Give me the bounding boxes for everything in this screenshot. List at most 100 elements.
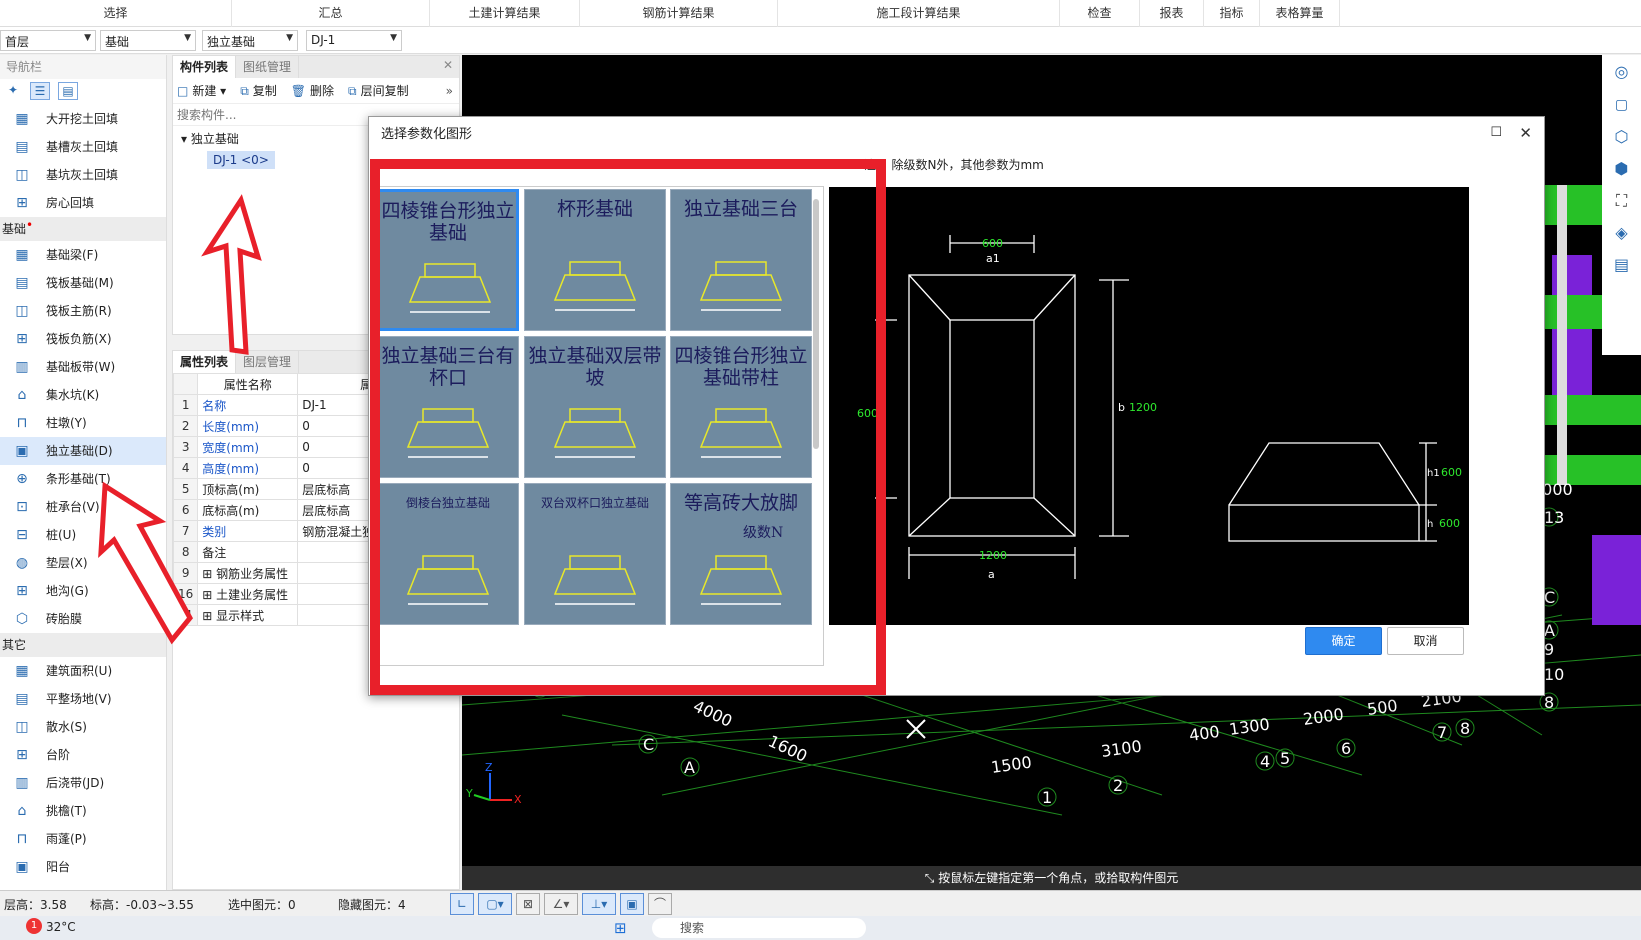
- copy-button[interactable]: ⧉ 复制: [240, 82, 277, 99]
- tab-stage-results[interactable]: 施工段计算结果: [778, 0, 1060, 27]
- nav-item-items_foundation-5[interactable]: ⌂ 集水坑(K): [0, 381, 166, 409]
- tab-report[interactable]: 报表: [1140, 0, 1204, 27]
- nav-item-items_other-2[interactable]: ◫ 散水(S): [0, 713, 166, 741]
- dynamic-input-icon[interactable]: ▣: [620, 893, 644, 915]
- expand-icon[interactable]: ⊞: [202, 609, 216, 623]
- nav-item-items_foundation-9[interactable]: ⊡ 桩承台(V): [0, 493, 166, 521]
- tab-layer-manager[interactable]: 图层管理: [236, 351, 300, 373]
- cube-view-icon[interactable]: ⬢: [1602, 153, 1641, 185]
- property-name-text: 名称: [202, 398, 227, 413]
- shape-gallery[interactable]: 四棱锥台形独立基础 杯形基础 独立基础三台独立基础三台有杯口 独立基础双层带坡 四棱锥台…: [374, 186, 824, 666]
- shape-thumb-0[interactable]: 四棱锥台形独立基础: [377, 189, 519, 331]
- pin-icon[interactable]: ✦: [8, 83, 18, 97]
- nav-item-items_other-6[interactable]: ⊓ 雨蓬(P): [0, 825, 166, 853]
- nav-item-items_foundation-3[interactable]: ⊞ 筏板负筋(X): [0, 325, 166, 353]
- nav-item-items_top-2[interactable]: ◫ 基坑灰土回填: [0, 161, 166, 189]
- tab-drawing-manager[interactable]: 图纸管理: [236, 56, 300, 78]
- tab-summary[interactable]: 汇总: [232, 0, 430, 27]
- shape-thumb-subtitle: 级数N: [743, 525, 784, 541]
- shape-thumb-3[interactable]: 独立基础三台有杯口: [377, 336, 519, 478]
- floor-copy-button[interactable]: ⧉ 层间复制: [348, 82, 409, 99]
- more-icon[interactable]: »: [446, 84, 453, 98]
- select-box-icon[interactable]: ▢▾: [478, 893, 512, 915]
- tab-check[interactable]: 检查: [1060, 0, 1140, 27]
- tab-property-list[interactable]: 属性列表: [173, 351, 237, 373]
- elevation-label: 标高：: [90, 898, 127, 912]
- nav-item-items_other-7[interactable]: ▣ 阳台: [0, 853, 166, 881]
- nav-item-icon: ▤: [15, 691, 29, 707]
- nav-item-items_foundation-8[interactable]: ⊕ 条形基础(T): [0, 465, 166, 493]
- shape-thumb-drawing: [408, 263, 492, 313]
- ok-button[interactable]: 确定: [1305, 627, 1382, 655]
- maximize-icon[interactable]: ☐: [1490, 125, 1502, 140]
- cube-icon[interactable]: ⬡: [1602, 121, 1641, 153]
- shape-thumb-5[interactable]: 四棱锥台形独立基础带柱: [670, 336, 812, 478]
- angle-icon[interactable]: ∠▾: [544, 893, 578, 915]
- tab-table-calc[interactable]: 表格算量: [1260, 0, 1340, 27]
- delete-button[interactable]: 🗑 删除: [291, 82, 334, 99]
- tab-component-list[interactable]: 构件列表: [173, 56, 237, 78]
- shape-thumb-7[interactable]: 双台双杯口独立基础: [524, 483, 666, 625]
- nav-item-items_other-4[interactable]: ▥ 后浇带(JD): [0, 769, 166, 797]
- nav-item-items_foundation-11[interactable]: ◍ 垫层(X): [0, 549, 166, 577]
- nav-item-items_foundation-10[interactable]: ⊟ 桩(U): [0, 521, 166, 549]
- nav-group-foundation[interactable]: 基础 •: [0, 217, 166, 241]
- properties-icon[interactable]: ▤: [1602, 249, 1641, 281]
- nav-item-items_foundation-6[interactable]: ⊓ 柱墩(Y): [0, 409, 166, 437]
- tab-rebar-results[interactable]: 钢筋计算结果: [580, 0, 778, 27]
- axis-right-9: 9: [1544, 640, 1554, 659]
- orbit-icon[interactable]: ◎: [1602, 55, 1641, 89]
- close-icon[interactable]: ✕: [443, 58, 453, 72]
- tab-civil-results[interactable]: 土建计算结果: [430, 0, 580, 27]
- nav-item-label: 桩(U): [46, 528, 77, 542]
- shape-thumb-6[interactable]: 倒棱台独立基础: [377, 483, 519, 625]
- tab-index[interactable]: 指标: [1204, 0, 1260, 27]
- weather-temp[interactable]: 32°C: [46, 920, 76, 934]
- view-2d-icon[interactable]: ▢: [1602, 89, 1641, 121]
- floor-select[interactable]: 首层 ▼: [0, 30, 96, 51]
- nav-item-items_foundation-0[interactable]: ▦ 基础梁(F): [0, 241, 166, 269]
- taskbar-search[interactable]: 搜索: [652, 918, 866, 938]
- nav-item-items_foundation-13[interactable]: ⬡ 砖胎膜: [0, 605, 166, 633]
- nav-item-items_top-1[interactable]: ▤ 基槽灰土回填: [0, 133, 166, 161]
- cancel-button[interactable]: 取消: [1387, 627, 1464, 655]
- cross-select-icon[interactable]: ⊠: [516, 893, 540, 915]
- display-icon[interactable]: ◈: [1602, 217, 1641, 249]
- gallery-scrollbar[interactable]: [813, 199, 819, 449]
- close-icon[interactable]: ✕: [1519, 124, 1532, 142]
- nav-item-items_other-1[interactable]: ▤ 平整场地(V): [0, 685, 166, 713]
- list-view-icon[interactable]: ☰: [30, 82, 50, 100]
- nav-item-items_foundation-2[interactable]: ◫ 筏板主筋(R): [0, 297, 166, 325]
- nav-item-items_foundation-1[interactable]: ▤ 筏板基础(M): [0, 269, 166, 297]
- expand-icon[interactable]: ⊞: [202, 567, 216, 581]
- nav-item-items_foundation-7[interactable]: ▣ 独立基础(D): [0, 437, 166, 465]
- category-select[interactable]: 基础 ▼: [100, 30, 196, 51]
- tab-select[interactable]: 选择: [0, 0, 232, 27]
- nav-item-items_top-0[interactable]: ▦ 大开挖土回填: [0, 105, 166, 133]
- nav-item-items_other-5[interactable]: ⌂ 挑檐(T): [0, 797, 166, 825]
- type-select[interactable]: 独立基础 ▼: [202, 30, 298, 51]
- nav-item-items_foundation-4[interactable]: ▥ 基础板带(W): [0, 353, 166, 381]
- tree-item-dj1[interactable]: DJ-1 <0>: [207, 151, 275, 169]
- group-label: 基础: [2, 222, 27, 236]
- zoom-extents-icon[interactable]: ⛶: [1602, 185, 1641, 217]
- nav-item-items_other-0[interactable]: ▦ 建筑面积(U): [0, 657, 166, 685]
- note-text: 除级数N外，其他参数为mm: [891, 158, 1044, 172]
- element-select[interactable]: DJ-1 ▼: [306, 30, 402, 51]
- nav-item-items_other-3[interactable]: ⊞ 台阶: [0, 741, 166, 769]
- expand-icon[interactable]: ⊞: [202, 588, 216, 602]
- trash-icon: 🗑: [290, 84, 307, 98]
- shape-thumb-2[interactable]: 独立基础三台: [670, 189, 812, 331]
- new-button[interactable]: □ 新建 ▾: [177, 82, 226, 99]
- shape-thumb-8[interactable]: 等高砖大放脚 级数N: [670, 483, 812, 625]
- nav-item-items_foundation-12[interactable]: ⊞ 地沟(G): [0, 577, 166, 605]
- snap-icon[interactable]: ⊥▾: [582, 893, 616, 915]
- shape-thumb-1[interactable]: 杯形基础: [524, 189, 666, 331]
- arc-icon[interactable]: ⌒: [648, 893, 672, 915]
- nav-group-other[interactable]: 其它: [0, 633, 166, 657]
- detail-view-icon[interactable]: ▤: [58, 82, 78, 100]
- ortho-icon[interactable]: ∟: [450, 893, 474, 915]
- nav-item-items_top-3[interactable]: ⊞ 房心回填: [0, 189, 166, 217]
- windows-start-icon[interactable]: ⊞: [614, 919, 627, 937]
- shape-thumb-4[interactable]: 独立基础双层带坡: [524, 336, 666, 478]
